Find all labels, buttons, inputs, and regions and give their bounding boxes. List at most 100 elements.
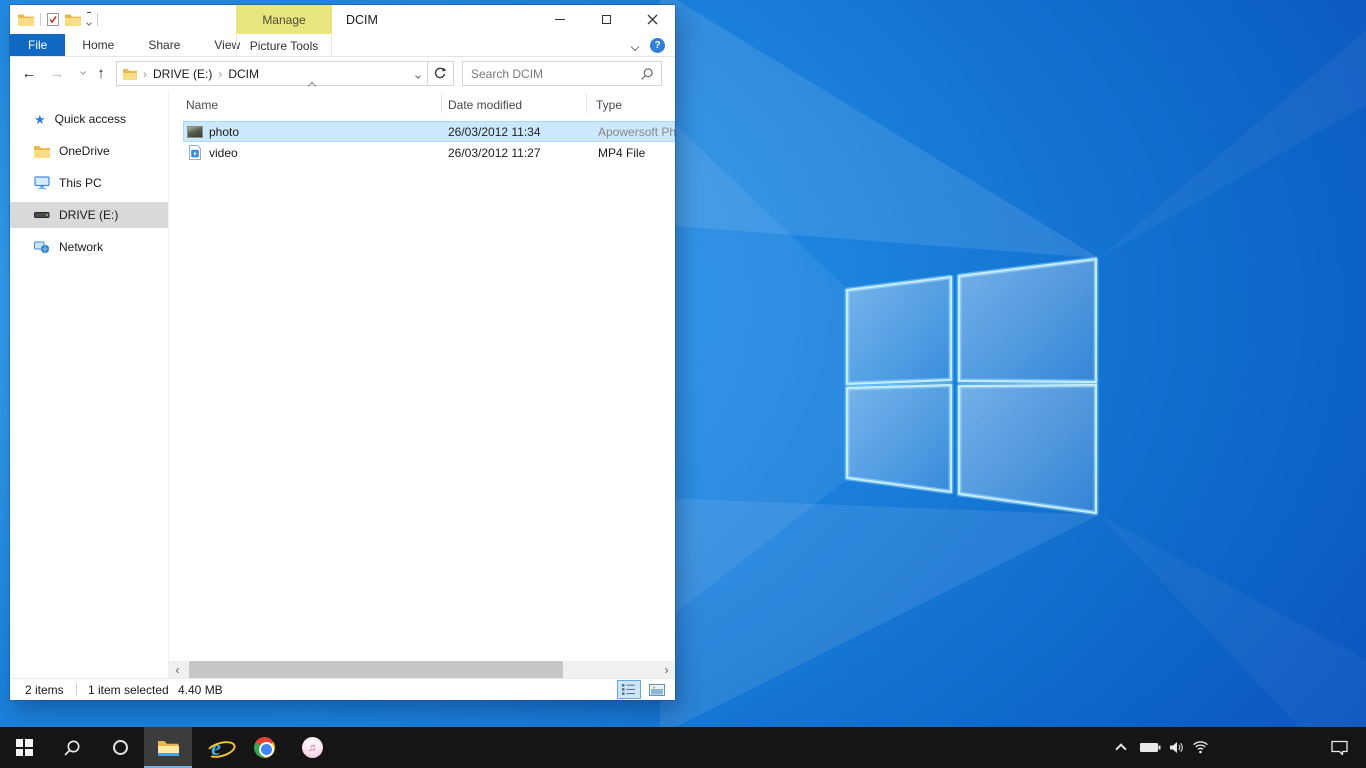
taskbar-itunes-button[interactable]: ♫ [288, 727, 336, 768]
selection-count: 1 item selected [88, 683, 169, 697]
window-title: DCIM [346, 5, 378, 34]
action-center-icon [1330, 739, 1349, 756]
file-row-video[interactable]: video 26/03/2012 11:27 MP4 File [183, 142, 675, 163]
file-explorer-icon [158, 739, 179, 756]
column-divider[interactable] [586, 94, 587, 113]
details-view-icon [622, 684, 636, 695]
tab-share[interactable]: Share [131, 34, 197, 56]
scroll-right-arrow[interactable]: › [658, 661, 675, 678]
details-view-toggle[interactable] [617, 680, 641, 699]
breadcrumb-separator: › [143, 67, 147, 81]
customize-qat-chevron-icon[interactable] [87, 12, 91, 28]
title-bar: Manage DCIM [10, 5, 675, 34]
file-date-modified: 26/03/2012 11:34 [448, 125, 541, 139]
file-date-modified: 26/03/2012 11:27 [448, 146, 541, 160]
thumbnails-view-toggle[interactable] [645, 680, 669, 699]
ribbon-tabs: File Home Share View Picture Tools ? [10, 34, 675, 57]
sidebar-item-quick-access[interactable]: ★ Quick access [10, 106, 168, 132]
status-bar: 2 items 1 item selected 4.40 MB [10, 678, 675, 700]
taskbar-chrome-button[interactable] [240, 727, 288, 768]
forward-button[interactable]: → [44, 57, 70, 90]
file-name: video [209, 146, 238, 160]
search-icon [62, 738, 82, 758]
start-button[interactable] [0, 727, 48, 768]
taskbar-internet-explorer-button[interactable]: e [192, 727, 240, 768]
close-icon [647, 14, 658, 25]
volume-icon[interactable] [1169, 741, 1185, 754]
back-button[interactable]: ← [16, 57, 42, 90]
sidebar-item-label: DRIVE (E:) [59, 208, 118, 222]
maximize-icon [602, 15, 611, 24]
tab-picture-tools[interactable]: Picture Tools [236, 34, 332, 57]
new-folder-qat-icon[interactable] [65, 13, 81, 26]
battery-icon[interactable] [1139, 741, 1162, 754]
column-header-name[interactable]: Name [186, 98, 218, 112]
main-content: ★ Quick access OneDrive This PC [10, 90, 675, 678]
taskbar-file-explorer-button[interactable] [144, 727, 192, 768]
file-type: Apowersoft Pho [598, 125, 675, 139]
properties-qat-icon[interactable] [47, 13, 59, 26]
taskbar-search-button[interactable] [48, 727, 96, 768]
file-row-photo[interactable]: photo 26/03/2012 11:34 Apowersoft Pho [183, 121, 675, 142]
sidebar-item-drive-e[interactable]: DRIVE (E:) [10, 202, 168, 228]
file-list-pane: Name Date modified Type photo 26/03/2012… [168, 90, 675, 678]
quick-access-toolbar [18, 5, 98, 34]
items-count: 2 items [25, 683, 64, 697]
sidebar-item-label: OneDrive [59, 144, 110, 158]
up-button[interactable]: ↑ [88, 57, 114, 90]
scrollbar-track[interactable] [186, 661, 658, 678]
status-divider [76, 683, 77, 696]
sidebar-item-label: Quick access [55, 112, 126, 126]
maximize-button[interactable] [583, 5, 629, 34]
sidebar-item-this-pc[interactable]: This PC [10, 170, 168, 196]
onedrive-folder-icon [34, 145, 50, 158]
navigation-bar: ← → ↑ › DRIVE (E:) › DCIM [10, 57, 675, 90]
address-dropdown-chevron-icon[interactable] [416, 67, 420, 81]
search-box[interactable] [462, 61, 662, 86]
this-pc-monitor-icon [34, 176, 50, 190]
minimize-icon [555, 19, 565, 20]
cortana-button[interactable] [96, 727, 144, 768]
wifi-icon[interactable] [1192, 741, 1209, 754]
taskbar: e ♫ [0, 727, 1366, 768]
column-header-type[interactable]: Type [596, 98, 622, 112]
system-tray [1110, 727, 1209, 768]
horizontal-scrollbar[interactable]: ‹ › [169, 661, 675, 678]
network-icon [34, 240, 50, 254]
file-name: photo [209, 125, 239, 139]
expand-ribbon-chevron-icon[interactable] [632, 39, 638, 53]
column-divider[interactable] [441, 94, 442, 113]
tab-home[interactable]: Home [65, 34, 131, 56]
scroll-left-arrow[interactable]: ‹ [169, 661, 186, 678]
qat-separator [97, 13, 98, 26]
column-headers: Name Date modified Type [169, 90, 675, 117]
navigation-pane: ★ Quick access OneDrive This PC [10, 90, 168, 678]
breadcrumb-drive[interactable]: DRIVE (E:) [153, 67, 212, 81]
search-magnifier-icon [640, 67, 654, 81]
sidebar-item-label: This PC [59, 176, 102, 190]
sidebar-item-onedrive[interactable]: OneDrive [10, 138, 168, 164]
column-header-date-modified[interactable]: Date modified [448, 98, 522, 112]
file-explorer-window: Manage DCIM File Home Share View Picture… [10, 5, 675, 700]
contextual-tab-group-manage[interactable]: Manage [236, 5, 332, 34]
window-controls [537, 5, 675, 34]
close-button[interactable] [629, 5, 675, 34]
quick-access-star-icon: ★ [34, 113, 46, 126]
sidebar-item-network[interactable]: Network [10, 234, 168, 260]
breadcrumb-separator: › [218, 67, 222, 81]
refresh-button[interactable] [427, 61, 454, 86]
address-bar[interactable]: › DRIVE (E:) › DCIM [116, 61, 428, 86]
breadcrumb-folder[interactable]: DCIM [228, 67, 259, 81]
help-button[interactable]: ? [650, 38, 665, 53]
tab-file[interactable]: File [10, 34, 65, 56]
selection-size: 4.40 MB [178, 683, 223, 697]
itunes-icon: ♫ [302, 737, 323, 758]
explorer-window-icon [18, 13, 34, 26]
action-center-button[interactable] [1322, 727, 1356, 768]
search-input[interactable] [463, 67, 640, 81]
minimize-button[interactable] [537, 5, 583, 34]
hidden-icons-chevron-button[interactable] [1110, 742, 1132, 753]
address-folder-icon [123, 68, 137, 80]
drive-icon [34, 211, 50, 219]
scrollbar-thumb[interactable] [189, 661, 563, 678]
